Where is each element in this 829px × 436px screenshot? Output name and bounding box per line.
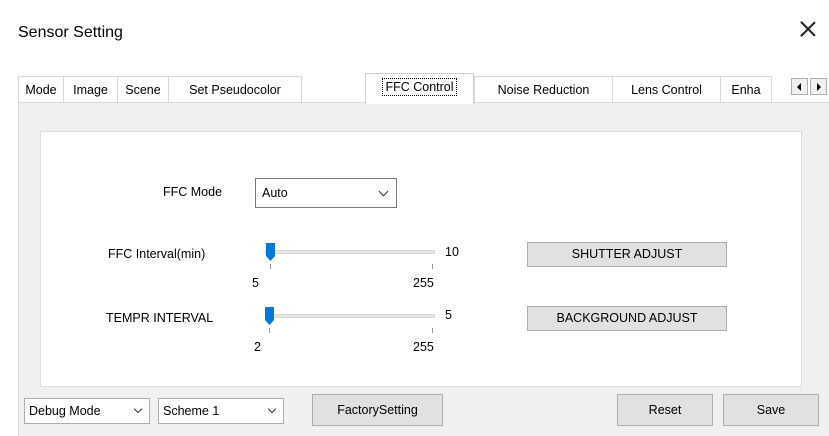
- chevron-down-icon: [378, 186, 389, 197]
- debug-mode-select[interactable]: Debug Mode: [24, 398, 150, 424]
- ffc-mode-label: FFC Mode: [163, 185, 223, 199]
- debug-mode-value: Debug Mode: [29, 404, 101, 418]
- ffc-interval-min: 5: [252, 276, 259, 290]
- tempr-interval-max: 255: [413, 340, 434, 354]
- tempr-interval-slider[interactable]: [265, 314, 435, 318]
- reset-button[interactable]: Reset: [617, 394, 713, 426]
- ffc-interval-tick-max: [432, 264, 433, 269]
- ffc-interval-max: 255: [413, 276, 434, 290]
- save-button[interactable]: Save: [723, 394, 819, 426]
- ffc-interval-tick-min: [270, 264, 271, 269]
- tab-enhancement[interactable]: Enha: [720, 76, 772, 103]
- tempr-interval-label: TEMPR INTERVAL: [106, 311, 214, 325]
- tab-strip: Mode Image Scene Set Pseudocolor FFC Con…: [18, 73, 829, 104]
- shutter-adjust-button[interactable]: SHUTTER ADJUST: [527, 242, 727, 267]
- background-adjust-button[interactable]: BACKGROUND ADJUST: [527, 306, 727, 331]
- tempr-interval-value: 5: [445, 308, 452, 322]
- title-bar: Sensor Setting: [0, 0, 829, 66]
- tempr-interval-tick-max: [432, 328, 433, 333]
- factory-setting-button[interactable]: FactorySetting: [312, 394, 443, 426]
- chevron-down-icon: [267, 404, 277, 414]
- ffc-interval-label: FFC Interval(min): [108, 247, 206, 261]
- tab-image[interactable]: Image: [63, 76, 118, 103]
- tempr-interval-tick-min: [269, 328, 270, 333]
- tempr-interval-min: 2: [254, 340, 261, 354]
- arrow-left-icon[interactable]: [791, 78, 808, 95]
- tab-lens-control[interactable]: Lens Control: [612, 76, 721, 103]
- tab-scene[interactable]: Scene: [117, 76, 169, 103]
- ffc-mode-select[interactable]: Auto: [255, 178, 397, 208]
- tab-ffc-control[interactable]: FFC Control: [365, 73, 474, 104]
- ffc-interval-value: 10: [445, 245, 459, 259]
- tab-noise-reduction[interactable]: Noise Reduction: [474, 76, 613, 103]
- tempr-interval-slider-thumb[interactable]: [265, 307, 274, 325]
- ffc-interval-slider-thumb[interactable]: [266, 243, 275, 261]
- tab-set-pseudocolor[interactable]: Set Pseudocolor: [168, 76, 302, 103]
- close-icon[interactable]: [797, 18, 819, 40]
- ffc-interval-slider[interactable]: [265, 250, 435, 254]
- scheme-value: Scheme 1: [163, 404, 220, 418]
- ffc-mode-value: Auto: [262, 186, 288, 200]
- tab-mode[interactable]: Mode: [18, 76, 64, 103]
- window-title: Sensor Setting: [18, 24, 123, 41]
- chevron-down-icon: [133, 404, 143, 414]
- scheme-select[interactable]: Scheme 1: [158, 398, 284, 424]
- arrow-right-icon[interactable]: [810, 78, 827, 95]
